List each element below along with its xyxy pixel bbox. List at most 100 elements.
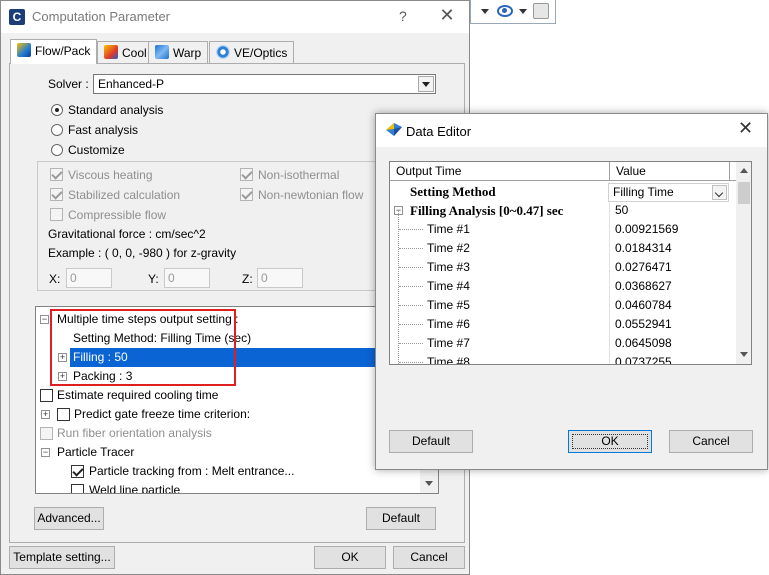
- grid-row[interactable]: Time #3 0.0276471: [390, 258, 736, 277]
- setting-method-select[interactable]: Filling Time: [608, 183, 729, 202]
- row-value: 0.0276471: [615, 260, 672, 274]
- grid-row[interactable]: Time #8 0.0737255: [390, 353, 736, 365]
- grid-header: Output Time Value: [390, 162, 736, 181]
- tree-item-weld-line[interactable]: Weld line particle: [36, 481, 422, 493]
- scroll-down-icon[interactable]: [740, 352, 748, 357]
- solver-label: Solver :: [48, 77, 89, 91]
- close-button[interactable]: ✕: [738, 118, 753, 139]
- gravity-y-input[interactable]: 0: [164, 268, 210, 288]
- grid-row[interactable]: Time #6 0.0552941: [390, 315, 736, 334]
- viscous-heating-checkbox[interactable]: [50, 168, 63, 181]
- chevron-down-icon[interactable]: [418, 76, 434, 92]
- data-editor-icon: [386, 123, 402, 136]
- row-label: Time #4: [427, 279, 470, 293]
- grid-row[interactable]: Time #5 0.0460784: [390, 296, 736, 315]
- tab-cool[interactable]: Cool: [97, 41, 154, 64]
- dialog-titlebar: Data Editor ✕: [376, 114, 767, 147]
- scroll-down-icon[interactable]: [425, 481, 433, 486]
- grid-scrollbar[interactable]: [736, 162, 751, 364]
- row-label: Setting Method: [410, 184, 496, 199]
- app-icon: C: [9, 9, 25, 25]
- default-button[interactable]: Default: [366, 507, 436, 530]
- checkbox-label: Non-isothermal: [258, 168, 340, 182]
- row-label: Time #8: [427, 355, 470, 365]
- tree-item-fiber-orientation[interactable]: Run fiber orientation analysis: [36, 424, 422, 443]
- default-button[interactable]: Default: [389, 430, 473, 453]
- ok-button[interactable]: OK: [568, 430, 652, 453]
- row-label: Time #1: [427, 222, 470, 236]
- cancel-button[interactable]: Cancel: [669, 430, 753, 453]
- tree-label: Particle Tracer: [57, 445, 135, 459]
- checkbox-label: Non-newtonian flow: [258, 188, 364, 202]
- advanced-button[interactable]: Advanced...: [34, 507, 104, 530]
- ok-button[interactable]: OK: [314, 546, 386, 569]
- gravity-z-input[interactable]: 0: [257, 268, 303, 288]
- tab-warp[interactable]: Warp: [148, 41, 209, 64]
- tab-ve-optics[interactable]: VE/Optics: [209, 41, 295, 64]
- dialog-title: Computation Parameter: [32, 9, 171, 24]
- grid-row-filling-analysis[interactable]: − Filling Analysis [0~0.47] sec 50: [390, 201, 736, 220]
- compressible-flow-checkbox[interactable]: [50, 208, 63, 221]
- column-header-value[interactable]: Value: [610, 162, 730, 181]
- eye-icon[interactable]: [497, 5, 513, 17]
- cancel-button[interactable]: Cancel: [393, 546, 465, 569]
- x-label: X:: [49, 272, 61, 286]
- tree-label: Estimate required cooling time: [57, 388, 219, 402]
- annotation-highlight-box: [50, 309, 236, 386]
- checkbox-label: Compressible flow: [68, 208, 167, 222]
- tab-label: Cool: [122, 46, 147, 60]
- tab-flow-pack[interactable]: Flow/Pack: [10, 39, 98, 64]
- help-button[interactable]: ?: [399, 8, 407, 24]
- stabilized-calculation-checkbox[interactable]: [50, 188, 63, 201]
- row-value: 0.0552941: [615, 317, 672, 331]
- tree-item-gate-freeze[interactable]: + Predict gate freeze time criterion:: [36, 405, 422, 424]
- row-label: Time #6: [427, 317, 470, 331]
- ve-optics-icon: [216, 45, 230, 59]
- column-header-output-time[interactable]: Output Time: [390, 162, 610, 181]
- solver-select[interactable]: Enhanced-P: [93, 74, 436, 94]
- close-button[interactable]: ✕: [437, 5, 457, 27]
- gravity-x-input[interactable]: 0: [66, 268, 112, 288]
- setting-method-value: Filling Time: [613, 185, 674, 199]
- cool-icon: [104, 45, 118, 59]
- row-value: 0.0368627: [615, 279, 672, 293]
- template-setting-button[interactable]: Template setting...: [9, 546, 115, 569]
- row-value: 0.0184314: [615, 241, 672, 255]
- grid-row[interactable]: Time #2 0.0184314: [390, 239, 736, 258]
- grid-row[interactable]: Time #4 0.0368627: [390, 277, 736, 296]
- radio-fast-analysis[interactable]: [51, 124, 63, 136]
- tab-label: Warp: [173, 46, 202, 60]
- particle-tracking-checkbox[interactable]: [71, 465, 84, 478]
- expand-icon[interactable]: +: [41, 410, 50, 419]
- collapse-icon[interactable]: −: [41, 448, 50, 457]
- grid-row[interactable]: Time #1 0.00921569: [390, 220, 736, 239]
- scroll-thumb[interactable]: [738, 182, 750, 204]
- row-label: Time #2: [427, 241, 470, 255]
- gate-freeze-checkbox[interactable]: [57, 408, 70, 421]
- estimate-cooling-checkbox[interactable]: [40, 389, 53, 402]
- chevron-down-icon[interactable]: [712, 185, 727, 200]
- dropdown-arrow-icon[interactable]: [519, 9, 527, 14]
- dropdown-arrow-icon[interactable]: [481, 9, 489, 14]
- tab-label: VE/Optics: [234, 46, 288, 60]
- grid-row[interactable]: Time #7 0.0645098: [390, 334, 736, 353]
- scroll-up-icon[interactable]: [740, 168, 748, 173]
- non-newtonian-flow-checkbox[interactable]: [240, 188, 253, 201]
- weld-line-checkbox[interactable]: [71, 484, 84, 493]
- radio-standard-analysis[interactable]: [51, 104, 63, 116]
- data-editor-dialog: Data Editor ✕ Output Time Value Setting …: [375, 113, 768, 470]
- collapse-icon[interactable]: −: [40, 315, 49, 324]
- non-isothermal-checkbox[interactable]: [240, 168, 253, 181]
- fiber-orientation-checkbox[interactable]: [40, 427, 53, 440]
- row-value: 50: [615, 203, 629, 217]
- tree-item-particle-tracer[interactable]: − Particle Tracer: [36, 443, 422, 462]
- window-icon[interactable]: [533, 3, 549, 19]
- tree-item-estimate-cooling[interactable]: Estimate required cooling time: [36, 386, 422, 405]
- tree-label: Run fiber orientation analysis: [57, 426, 212, 440]
- tree-label: Particle tracking from : Melt entrance..…: [89, 464, 295, 478]
- solver-value: Enhanced-P: [98, 77, 165, 91]
- tree-item-particle-tracking[interactable]: Particle tracking from : Melt entrance..…: [36, 462, 422, 481]
- radio-customize[interactable]: [51, 144, 63, 156]
- row-label: Time #7: [427, 336, 470, 350]
- row-value: 0.0737255: [615, 355, 672, 365]
